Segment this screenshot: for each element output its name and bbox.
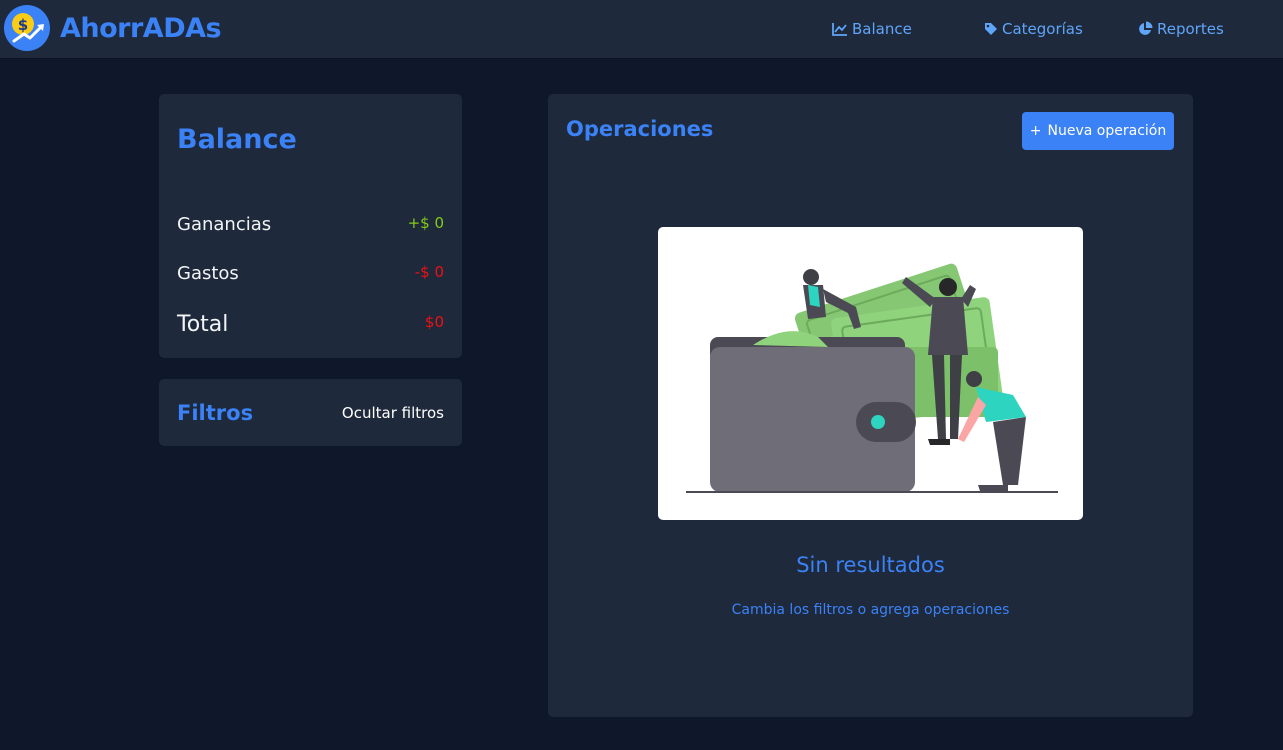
money-growth-icon: $ [4, 5, 50, 51]
plus-icon: + [1029, 123, 1042, 139]
income-label: Ganancias [177, 214, 272, 235]
brand-name: AhorrADAs [60, 12, 222, 44]
nav-categories[interactable]: Categorías [984, 19, 1083, 39]
chart-line-icon [832, 23, 847, 36]
navbar: $ AhorrADAs Balance Categorías Reportes [0, 0, 1283, 59]
new-operation-button[interactable]: + Nueva operación [1022, 112, 1174, 150]
income-value: +$ 0 [407, 214, 444, 232]
nav-balance-label: Balance [852, 20, 912, 38]
expenses-value: -$ 0 [414, 263, 444, 281]
nav-reports-label: Reportes [1157, 20, 1224, 38]
filters-title: Filtros [177, 401, 254, 425]
hide-filters-link[interactable]: Ocultar filtros [342, 404, 444, 422]
no-results-title: Sin resultados [796, 553, 945, 577]
empty-state-illustration [658, 227, 1083, 520]
nav-balance[interactable]: Balance [832, 19, 912, 39]
operations-card: Operaciones + Nueva operación Sin result… [548, 94, 1193, 717]
balance-title: Balance [177, 124, 297, 155]
operations-title: Operaciones [566, 117, 714, 141]
no-results-subtitle: Cambia los filtros o agrega operaciones [731, 602, 1010, 618]
pie-chart-icon [1139, 21, 1153, 35]
svg-text:$: $ [18, 16, 28, 34]
filters-card: Filtros Ocultar filtros [159, 379, 462, 446]
total-label: Total [177, 312, 229, 337]
tag-icon [985, 23, 997, 35]
nav-categories-label: Categorías [1002, 20, 1083, 38]
total-value: $0 [424, 313, 444, 331]
expenses-label: Gastos [177, 263, 239, 284]
brand[interactable]: $ AhorrADAs [4, 5, 222, 51]
new-operation-label: Nueva operación [1047, 123, 1167, 139]
balance-card: Balance Ganancias +$ 0 Gastos -$ 0 Total… [159, 94, 462, 358]
nav-reports[interactable]: Reportes [1137, 19, 1224, 39]
